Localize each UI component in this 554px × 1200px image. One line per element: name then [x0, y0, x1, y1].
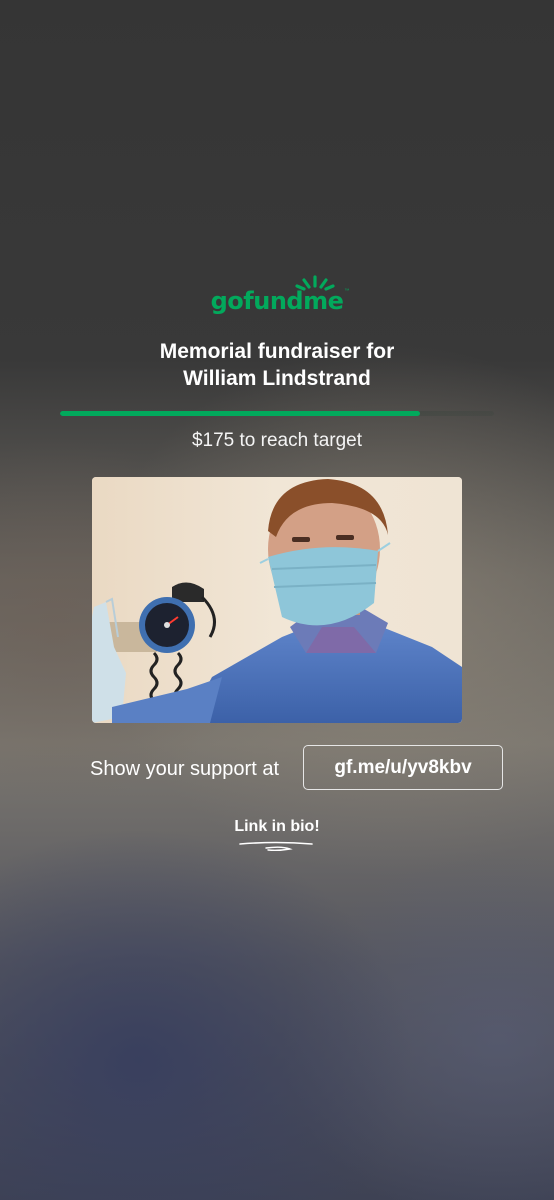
fundraiser-link[interactable]: gf.me/u/yv8kbv	[303, 745, 503, 790]
fundraiser-photo	[92, 477, 462, 723]
fundraiser-title: Memorial fundraiser for William Lindstra…	[60, 338, 494, 392]
photo-illustration	[92, 477, 462, 723]
trademark-mark: ™	[344, 288, 350, 294]
title-line-2: William Lindstrand	[183, 367, 371, 390]
story-card: gofundme ™ Memorial fundraiser for Willi…	[0, 0, 554, 1200]
gofundme-logo: gofundme ™	[0, 274, 554, 316]
title-line-1: Memorial fundraiser for	[159, 340, 395, 363]
logo-sun-icon	[295, 275, 335, 291]
support-label: Show your support at	[90, 758, 279, 780]
progress-bar-fill	[60, 411, 421, 416]
progress-bar	[60, 411, 494, 416]
squiggle-underline-icon	[239, 841, 313, 852]
target-remaining-text: $175 to reach target	[191, 430, 363, 451]
link-in-bio-text: Link in bio!	[234, 818, 320, 835]
